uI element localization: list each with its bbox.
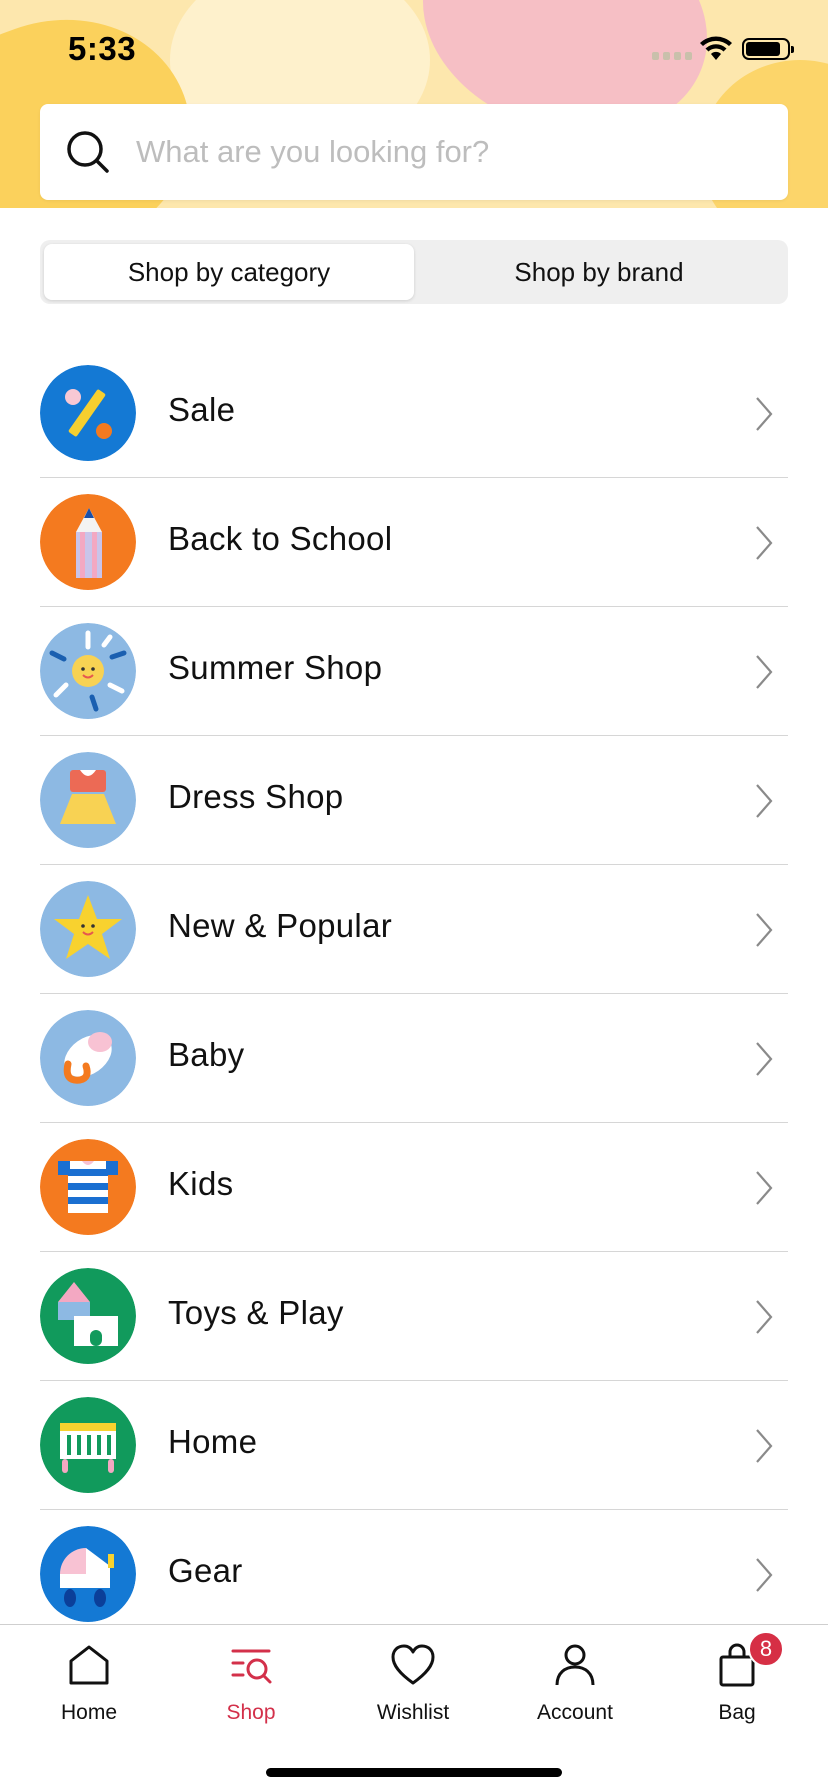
heart-icon <box>391 1644 435 1685</box>
category-row-back-to-school[interactable]: Back to School <box>40 478 788 607</box>
tab-label: Account <box>537 1701 613 1724</box>
chevron-right-icon <box>756 1171 773 1205</box>
pencil-icon <box>40 494 136 590</box>
category-row-new-popular[interactable]: New & Popular <box>40 865 788 994</box>
tab-bag[interactable]: Bag 8 <box>662 1631 812 1741</box>
tab-shop-by-category[interactable]: Shop by category <box>44 244 414 300</box>
category-label: Gear <box>168 1552 243 1589</box>
stroller-icon <box>40 1526 136 1622</box>
category-label: Back to School <box>168 520 393 557</box>
chevron-right-icon <box>756 526 773 560</box>
tab-shop[interactable]: Shop <box>176 1641 326 1741</box>
chevron-right-icon <box>756 655 773 689</box>
tab-wishlist[interactable]: Wishlist <box>338 1641 488 1741</box>
status-time: 5:33 <box>68 30 137 67</box>
tab-home[interactable]: Home <box>14 1641 164 1741</box>
chevron-right-icon <box>756 913 773 947</box>
category-row-kids[interactable]: Kids <box>40 1123 788 1252</box>
home-indicator <box>266 1768 562 1777</box>
chevron-right-icon <box>756 1042 773 1076</box>
category-row-dress-shop[interactable]: Dress Shop <box>40 736 788 865</box>
blocks-icon <box>40 1268 136 1364</box>
category-label: Toys & Play <box>168 1294 344 1331</box>
category-label: New & Popular <box>168 907 393 944</box>
tab-label: Wishlist <box>376 1701 450 1724</box>
battery-icon <box>742 38 794 60</box>
chevron-right-icon <box>756 1429 773 1463</box>
tab-label: Home <box>60 1701 118 1724</box>
search-input[interactable] <box>136 104 766 200</box>
category-list: Sale Back to School Summer Shop Dress Sh… <box>40 349 788 1639</box>
category-label: Home <box>168 1423 258 1460</box>
shop-mode-toggle: Shop by category Shop by brand <box>40 240 788 304</box>
striped-shirt-icon <box>40 1139 136 1235</box>
bottom-tab-bar: Home Shop Wishlist Account Bag 8 <box>0 1624 828 1792</box>
category-label: Baby <box>168 1036 245 1073</box>
tab-account[interactable]: Account <box>500 1641 650 1741</box>
status-bar: 5:33 <box>0 0 828 100</box>
percent-icon <box>40 365 136 461</box>
search-icon <box>67 131 109 173</box>
star-icon <box>40 881 136 977</box>
cellular-signal-icon <box>652 52 692 60</box>
tab-shop-by-brand[interactable]: Shop by brand <box>414 244 784 300</box>
dress-icon <box>40 752 136 848</box>
category-label: Summer Shop <box>168 649 383 686</box>
pacifier-icon <box>40 1010 136 1106</box>
category-row-summer-shop[interactable]: Summer Shop <box>40 607 788 736</box>
bag-count-badge: 8 <box>748 1631 784 1667</box>
sun-icon <box>40 623 136 719</box>
chevron-right-icon <box>756 397 773 431</box>
shop-search-icon <box>231 1649 272 1684</box>
crib-icon <box>40 1397 136 1493</box>
category-row-toys-play[interactable]: Toys & Play <box>40 1252 788 1381</box>
chevron-right-icon <box>756 784 773 818</box>
search-bar[interactable] <box>40 104 788 200</box>
chevron-right-icon <box>756 1558 773 1592</box>
category-row-sale[interactable]: Sale <box>40 349 788 478</box>
category-label: Dress Shop <box>168 778 344 815</box>
category-label: Sale <box>168 391 236 428</box>
wifi-icon <box>700 36 732 60</box>
category-row-gear[interactable]: Gear <box>40 1510 788 1639</box>
home-icon <box>69 1645 109 1685</box>
category-label: Kids <box>168 1165 234 1202</box>
tab-label: Shop <box>226 1701 276 1724</box>
chevron-right-icon <box>756 1300 773 1334</box>
category-row-home[interactable]: Home <box>40 1381 788 1510</box>
tab-label: Bag <box>718 1701 756 1724</box>
category-row-baby[interactable]: Baby <box>40 994 788 1123</box>
user-icon <box>555 1644 595 1686</box>
